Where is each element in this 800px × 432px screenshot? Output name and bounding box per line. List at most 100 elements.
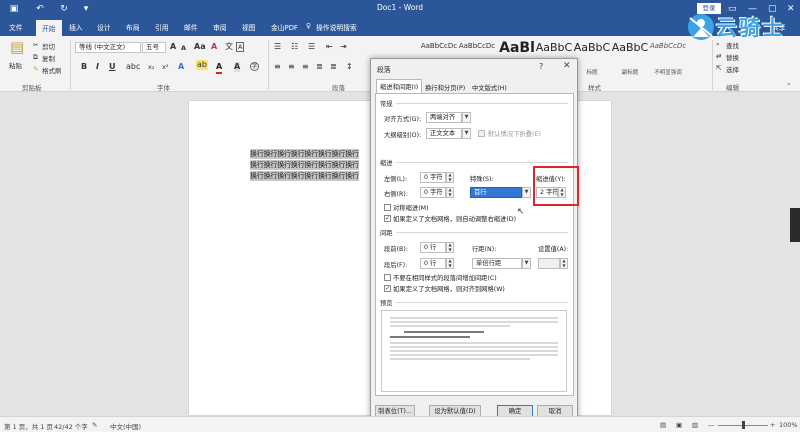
copy-button[interactable]: 复制 — [42, 53, 55, 63]
bullets-icon[interactable]: ☰ — [274, 42, 281, 51]
left-indent-spinner[interactable]: ▲ ▼ — [446, 172, 454, 183]
space-before-spinner[interactable]: ▲ ▼ — [446, 242, 454, 253]
shrink-font-icon[interactable]: A — [181, 43, 186, 53]
justify-icon[interactable]: ≣ — [316, 62, 323, 71]
tab-indents-spacing[interactable]: 缩进和间距(I) — [376, 79, 423, 93]
select-button[interactable]: 选择 — [726, 64, 739, 74]
tell-me-icon[interactable]: ♀ — [306, 22, 311, 30]
distributed-icon[interactable]: ≣ — [330, 62, 337, 71]
zoom-in-icon[interactable]: + — [770, 421, 775, 429]
collapse-ribbon-icon[interactable]: ⌃ — [786, 82, 791, 90]
alignment-select[interactable]: 两端对齐 — [426, 112, 462, 123]
subscript-button[interactable]: x₂ — [148, 62, 154, 72]
left-indent-input[interactable]: 0 字符 — [420, 172, 446, 183]
mirror-indents-checkbox[interactable] — [384, 204, 391, 211]
decrease-indent-icon[interactable]: ⇤ — [326, 42, 333, 51]
zoom-out-icon[interactable]: — — [708, 421, 715, 429]
format-painter-icon[interactable]: ✎ — [33, 65, 38, 73]
dialog-close-icon[interactable]: ✕ — [563, 61, 571, 71]
superscript-button[interactable]: x² — [162, 62, 168, 72]
tab-design[interactable]: 设计 — [97, 22, 111, 32]
print-layout-icon[interactable]: ▣ — [676, 421, 682, 429]
grow-font-icon[interactable]: A — [170, 42, 176, 52]
tab-insert[interactable]: 插入 — [69, 22, 83, 32]
tab-references[interactable]: 引用 — [155, 22, 169, 32]
replace-button[interactable]: 替换 — [726, 52, 739, 62]
chevron-down-icon[interactable]: ▼ — [522, 258, 531, 269]
right-indent-spinner[interactable]: ▲ ▼ — [446, 187, 454, 198]
highlight-icon[interactable]: ab — [196, 60, 208, 70]
char-shading-icon[interactable]: A — [234, 62, 241, 72]
cut-icon[interactable]: ✂ — [33, 41, 38, 49]
right-indent-input[interactable]: 0 字符 — [420, 187, 446, 198]
style-title[interactable]: AaBbC 标题 — [573, 38, 611, 78]
space-before-input[interactable]: 0 行 — [420, 242, 446, 253]
collapse-checkbox[interactable] — [478, 130, 485, 137]
zoom-level[interactable]: 100% — [779, 421, 798, 429]
copy-icon[interactable]: ⧉ — [33, 53, 38, 62]
tab-jinshan-pdf[interactable]: 金山PDF — [271, 22, 298, 32]
zoom-slider-handle[interactable] — [742, 421, 745, 429]
spacing-at-input[interactable] — [538, 258, 560, 269]
chevron-down-icon[interactable]: ▼ — [522, 187, 531, 198]
line-spacing-select[interactable]: 单倍行距 — [472, 258, 522, 269]
align-right-icon[interactable]: ≡ — [302, 62, 309, 71]
space-after-spinner[interactable]: ▲ ▼ — [446, 258, 454, 269]
align-left-icon[interactable]: ≡ — [274, 62, 281, 71]
web-layout-icon[interactable]: ▥ — [692, 421, 698, 429]
tab-mailings[interactable]: 邮件 — [184, 22, 198, 32]
enclose-char-icon[interactable]: 字 — [250, 62, 259, 71]
proofing-icon[interactable]: ✎ — [92, 421, 97, 429]
italic-button[interactable]: I — [96, 62, 99, 72]
tab-review[interactable]: 审阅 — [213, 22, 227, 32]
outline-level-select[interactable]: 正文文本 — [426, 128, 462, 139]
replace-icon[interactable]: ⇄ — [716, 52, 721, 60]
text-effects-icon[interactable]: A — [178, 62, 184, 72]
space-after-input[interactable]: 0 行 — [420, 258, 446, 269]
tab-line-page-breaks[interactable]: 换行和分页(P) — [422, 81, 468, 93]
select-icon[interactable]: ⇱ — [716, 64, 721, 72]
align-center-icon[interactable]: ≡ — [288, 62, 295, 71]
chevron-down-icon[interactable]: ▼ — [462, 112, 471, 123]
tab-file[interactable]: 文件 — [9, 22, 23, 32]
document-line[interactable]: 换行换行换行换行换行换行换行换行 — [250, 160, 359, 170]
paste-label[interactable]: 粘贴 — [9, 60, 22, 70]
no-space-same-style-checkbox[interactable] — [384, 274, 391, 281]
font-color-icon[interactable]: A — [216, 62, 223, 74]
tab-home[interactable]: 开始 — [36, 20, 62, 36]
tab-layout[interactable]: 布局 — [126, 22, 140, 32]
read-mode-icon[interactable]: ▤ — [660, 421, 666, 429]
snap-to-grid-checkbox[interactable]: ✓ — [384, 285, 391, 292]
side-panel-tab[interactable] — [790, 208, 800, 242]
document-line[interactable]: 换行换行换行换行换行换行换行换行 — [250, 171, 359, 181]
help-icon[interactable]: ? — [539, 62, 543, 71]
bold-button[interactable]: B — [81, 62, 87, 72]
numbering-icon[interactable]: ☷ — [291, 42, 298, 51]
change-case-icon[interactable]: Aa — [194, 42, 206, 52]
chevron-down-icon[interactable]: ▼ — [462, 128, 471, 139]
tab-view[interactable]: 视图 — [242, 22, 256, 32]
special-indent-select[interactable]: 首行 — [470, 187, 522, 198]
line-spacing-icon[interactable]: ↕ — [346, 62, 353, 71]
tab-asian-typography[interactable]: 中文版式(H) — [469, 81, 510, 93]
strikethrough-button[interactable]: abc — [126, 62, 140, 72]
format-painter-button[interactable]: 格式刷 — [42, 65, 62, 75]
paste-icon[interactable]: ▤ — [10, 40, 24, 55]
multilevel-list-icon[interactable]: ☰ — [308, 42, 315, 51]
increase-indent-icon[interactable]: ⇥ — [340, 42, 347, 51]
language-indicator[interactable]: 中文(中国) — [110, 421, 141, 431]
style-subtitle[interactable]: AaBbC 副标题 — [611, 38, 649, 78]
document-line[interactable]: 换行换行换行换行换行换行换行换行 — [250, 149, 359, 159]
spacing-at-spinner[interactable]: ▲ ▼ — [560, 258, 568, 269]
auto-right-indent-checkbox[interactable]: ✓ — [384, 215, 391, 222]
tell-me-search[interactable]: 操作说明搜索 — [316, 22, 357, 32]
char-border-icon[interactable]: A — [236, 42, 245, 52]
clear-format-icon[interactable]: A — [211, 42, 217, 52]
word-count[interactable]: 42/42 个字 — [54, 421, 88, 431]
font-name-box[interactable]: 等线 (中文正文) — [75, 42, 141, 53]
phonetic-guide-icon[interactable]: 文 — [225, 42, 233, 52]
cut-button[interactable]: 剪切 — [42, 41, 55, 51]
page-count[interactable]: 第 1 页，共 1 页 — [4, 421, 53, 431]
style-subtle-emphasis[interactable]: AaBbCcDc 不明显强调 — [648, 38, 688, 78]
underline-button[interactable]: U — [109, 62, 116, 72]
